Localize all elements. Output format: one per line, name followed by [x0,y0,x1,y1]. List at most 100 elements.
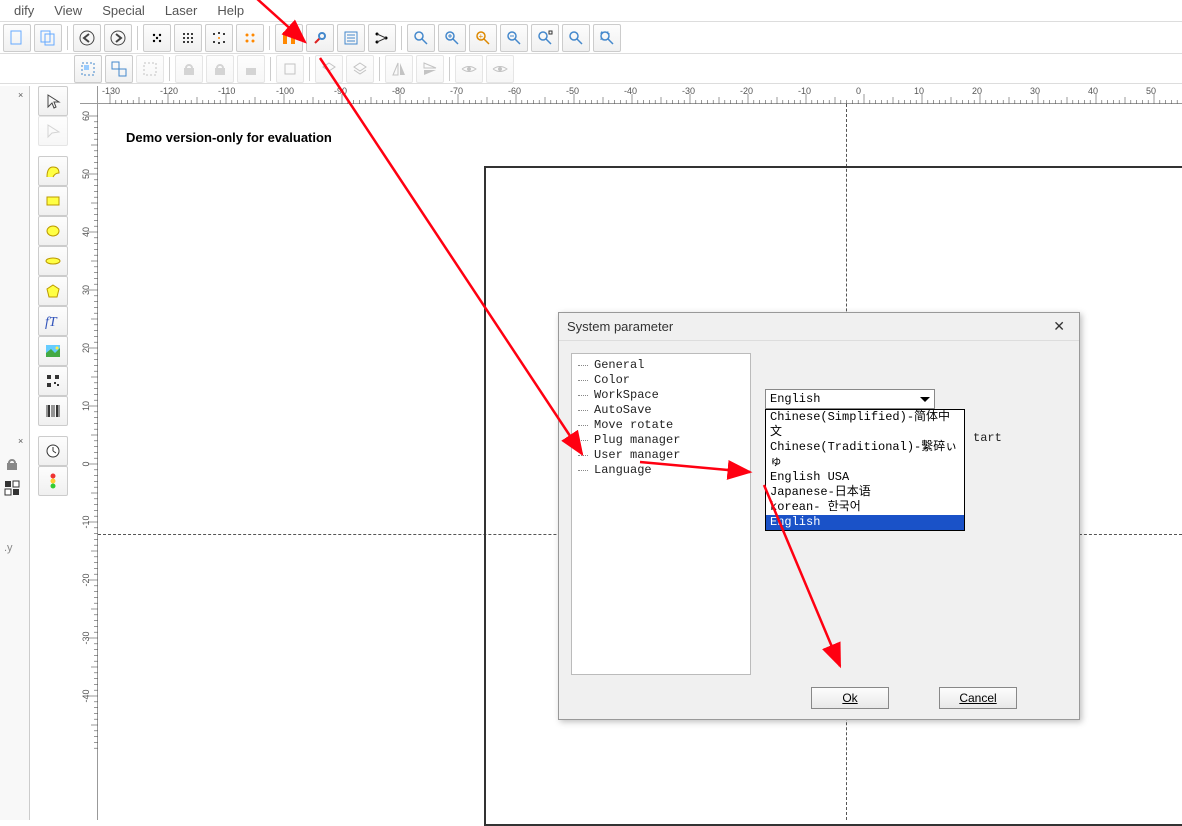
menubar: dify View Special Laser Help [0,0,1182,22]
lang-opt-5[interactable]: English [766,515,964,530]
lang-opt-0[interactable]: Chinese(Simplified)-简体中文 [766,410,964,440]
lock2-icon[interactable] [206,55,234,83]
system-parameter-dialog: System parameter ✕ General Color WorkSpa… [558,312,1080,720]
columns-icon[interactable] [275,24,303,52]
zoom-icon[interactable] [407,24,435,52]
lock1-icon[interactable] [175,55,203,83]
restart-hint: tart [973,431,1002,445]
lang-opt-4[interactable]: korean- 한국어 [766,500,964,515]
zoom-sel-icon[interactable] [531,24,559,52]
barcode-tool-icon[interactable] [38,396,68,426]
nodes-icon[interactable] [368,24,396,52]
copy-icon[interactable] [34,24,62,52]
forward-icon[interactable] [104,24,132,52]
select-tool-icon[interactable] [38,86,68,116]
svg-text:50: 50 [1146,86,1156,96]
dots4-icon[interactable] [236,24,264,52]
tree-plugmanager[interactable]: Plug manager [572,433,750,448]
lang-opt-1[interactable]: Chinese(Traditional)-繫碎ぃゅ [766,440,964,470]
ungroup-icon[interactable] [105,55,133,83]
svg-text:10: 10 [81,401,91,411]
menu-help[interactable]: Help [207,1,254,20]
eye2-icon[interactable] [486,55,514,83]
dots1-icon[interactable] [143,24,171,52]
menu-laser[interactable]: Laser [155,1,208,20]
svg-text:+: + [479,32,484,41]
language-dropdown[interactable]: Chinese(Simplified)-简体中文 Chinese(Traditi… [765,409,965,531]
back-icon[interactable] [73,24,101,52]
clock-tool-icon[interactable] [38,436,68,466]
traffic-tool-icon[interactable] [38,466,68,496]
svg-text:0: 0 [81,461,91,466]
circle-tool-icon[interactable] [38,216,68,246]
zoom-in2-icon[interactable]: + [469,24,497,52]
menu-special[interactable]: Special [92,1,155,20]
menu-modify[interactable]: dify [4,1,44,20]
svg-text:-20: -20 [740,86,753,96]
zoom-out-icon[interactable] [500,24,528,52]
tree-general[interactable]: General [572,358,750,373]
tree-color[interactable]: Color [572,373,750,388]
layers1-icon[interactable] [315,55,343,83]
menu-view[interactable]: View [44,1,92,20]
tree-usermanager[interactable]: User manager [572,448,750,463]
svg-text:-10: -10 [81,515,91,528]
panel-close-1[interactable]: × [18,90,23,100]
tree-moverotate[interactable]: Move rotate [572,418,750,433]
image-tool-icon[interactable] [38,336,68,366]
svg-text:40: 40 [1088,86,1098,96]
mirror-h-icon[interactable] [385,55,413,83]
node-tool-icon[interactable] [38,116,68,146]
ellipse-tool-icon[interactable] [38,246,68,276]
ok-button[interactable]: Ok [811,687,889,709]
tools-icon[interactable] [306,24,334,52]
lock3-icon[interactable] [237,55,265,83]
svg-text:30: 30 [81,285,91,295]
curve-tool-icon[interactable] [38,156,68,186]
zoom-all-icon[interactable] [562,24,590,52]
tree-language[interactable]: Language [572,463,750,478]
cancel-button[interactable]: Cancel [939,687,1017,709]
polygon-tool-icon[interactable] [38,276,68,306]
layers2-icon[interactable] [346,55,374,83]
svg-text:-40: -40 [81,689,91,702]
panel-close-2[interactable]: × [18,436,23,446]
svg-text:-60: -60 [508,86,521,96]
zoom-page-icon[interactable] [593,24,621,52]
dialog-close-button[interactable]: ✕ [1047,318,1071,335]
language-combo[interactable]: English [765,389,935,409]
dots2-icon[interactable] [174,24,202,52]
new-icon[interactable] [3,24,31,52]
settings-tree[interactable]: General Color WorkSpace AutoSave Move ro… [571,353,751,675]
lang-opt-3[interactable]: Japanese-日本语 [766,485,964,500]
svg-text:-40: -40 [624,86,637,96]
text-tool-icon[interactable]: fT [38,306,68,336]
mirror-v-icon[interactable] [416,55,444,83]
dots3-icon[interactable] [205,24,233,52]
svg-text:60: 60 [81,111,91,121]
tree-autosave[interactable]: AutoSave [572,403,750,418]
list-icon[interactable] [337,24,365,52]
transform-icon[interactable] [276,55,304,83]
svg-text:20: 20 [81,343,91,353]
grid-box-icon[interactable] [4,480,22,498]
eye1-icon[interactable] [455,55,483,83]
lock-icon[interactable] [4,456,22,474]
svg-text:40: 40 [81,227,91,237]
toolbar-main: + [0,22,1182,54]
zoom-in-icon[interactable] [438,24,466,52]
svg-text:-20: -20 [81,573,91,586]
lang-opt-2[interactable]: English USA [766,470,964,485]
svg-text:fT: fT [45,315,58,329]
svg-text:50: 50 [81,169,91,179]
svg-text:-80: -80 [392,86,405,96]
select-all-icon[interactable] [136,55,164,83]
tree-workspace[interactable]: WorkSpace [572,388,750,403]
svg-text:-30: -30 [682,86,695,96]
group-sel-icon[interactable] [74,55,102,83]
qr-tool-icon[interactable] [38,366,68,396]
rect-tool-icon[interactable] [38,186,68,216]
svg-text:10: 10 [914,86,924,96]
left-docked-panel: × × .y [0,86,30,820]
svg-text:-120: -120 [160,86,178,96]
